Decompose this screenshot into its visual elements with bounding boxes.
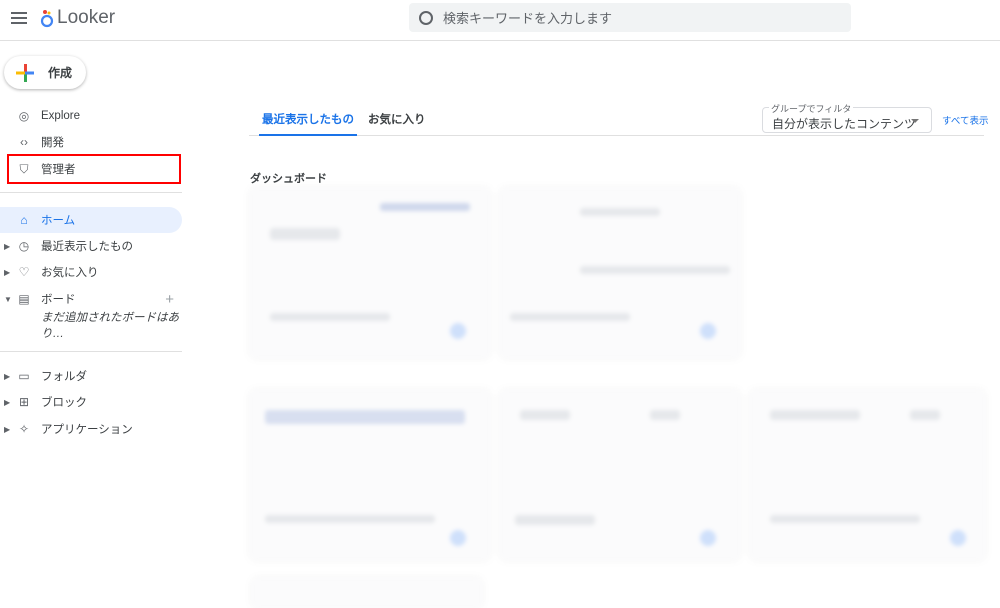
show-all-link[interactable]: すべて表示 [942, 113, 988, 127]
code-icon: ‹› [20, 135, 28, 149]
divider [0, 351, 182, 352]
filter-label: グループでフィルタ [769, 102, 854, 115]
nav-blocks[interactable]: ▶ ⊞ ブロック [0, 389, 182, 415]
nav-recent[interactable]: ▶ ◷ 最近表示したもの [0, 233, 182, 259]
filter-value: 自分が表示したコンテンツ [772, 117, 917, 131]
menu-icon[interactable] [11, 12, 27, 26]
blocks-icon: ⊞ [18, 395, 30, 409]
search-icon [419, 10, 433, 25]
create-button[interactable]: 作成 [4, 56, 86, 89]
dashboard-card[interactable] [252, 578, 482, 608]
dashboard-card[interactable] [250, 188, 490, 358]
dashboard-card[interactable] [750, 390, 985, 560]
nav-applications[interactable]: ▶ ✧ アプリケーション [0, 416, 182, 442]
highlight-box [7, 154, 181, 184]
home-icon: ⌂ [20, 213, 28, 227]
boards-empty-text: まだ追加されたボードはあり… [0, 312, 182, 340]
nav-develop[interactable]: ‹› 開発 [0, 129, 182, 155]
caret-down-icon[interactable]: ▼ [4, 295, 12, 304]
nav-label: アプリケーション [41, 424, 133, 436]
caret-right-icon[interactable]: ▶ [4, 425, 10, 434]
search-placeholder: 検索キーワードを入力します [443, 11, 613, 26]
clipboard-icon: ▤ [18, 292, 30, 306]
puzzle-icon: ✧ [18, 422, 30, 436]
tab-favorites[interactable]: お気に入り [368, 111, 426, 127]
nav-label: ホーム [41, 215, 76, 227]
nav-home[interactable]: ⌂ ホーム [0, 207, 182, 233]
compass-icon: ◎ [18, 109, 30, 123]
nav-label: 開発 [41, 137, 64, 149]
dropdown-arrow-icon [911, 119, 919, 127]
folder-icon: ▭ [18, 369, 30, 383]
looker-logo-icon [40, 10, 54, 28]
dashboard-card[interactable] [500, 188, 740, 358]
nav-folders[interactable]: ▶ ▭ フォルダ [0, 363, 182, 389]
app-name: Looker [57, 7, 116, 28]
nav-label: 最近表示したもの [41, 241, 133, 253]
dashboard-card[interactable] [500, 390, 740, 560]
tab-recent[interactable]: 最近表示したもの [259, 111, 357, 136]
divider [0, 192, 182, 193]
caret-right-icon[interactable]: ▶ [4, 242, 10, 251]
caret-right-icon[interactable]: ▶ [4, 398, 10, 407]
heart-icon: ♡ [18, 265, 30, 279]
add-board-icon[interactable]: + [165, 291, 174, 308]
empty-label: まだ追加されたボードはあり… [41, 312, 179, 340]
nav-explore[interactable]: ◎ Explore [0, 103, 182, 129]
nav-favorites[interactable]: ▶ ♡ お気に入り [0, 259, 182, 285]
create-label: 作成 [48, 66, 73, 80]
section-title: ダッシュボード [250, 173, 327, 185]
dashboard-card[interactable] [250, 390, 490, 560]
caret-right-icon[interactable]: ▶ [4, 268, 10, 277]
nav-label: フォルダ [41, 371, 87, 383]
nav-label: ボード [41, 294, 76, 306]
nav-label: Explore [41, 110, 80, 122]
nav-label: お気に入り [41, 267, 99, 279]
search-input[interactable]: 検索キーワードを入力します [409, 3, 851, 32]
group-filter-select[interactable]: グループでフィルタ 自分が表示したコンテンツ [762, 102, 932, 133]
looker-logo[interactable]: Looker [40, 7, 115, 29]
plus-icon [16, 63, 34, 82]
clock-icon: ◷ [18, 239, 30, 253]
top-bar: Looker 検索キーワードを入力します [0, 0, 1000, 41]
nav-label: ブロック [41, 397, 87, 409]
caret-right-icon[interactable]: ▶ [4, 372, 10, 381]
